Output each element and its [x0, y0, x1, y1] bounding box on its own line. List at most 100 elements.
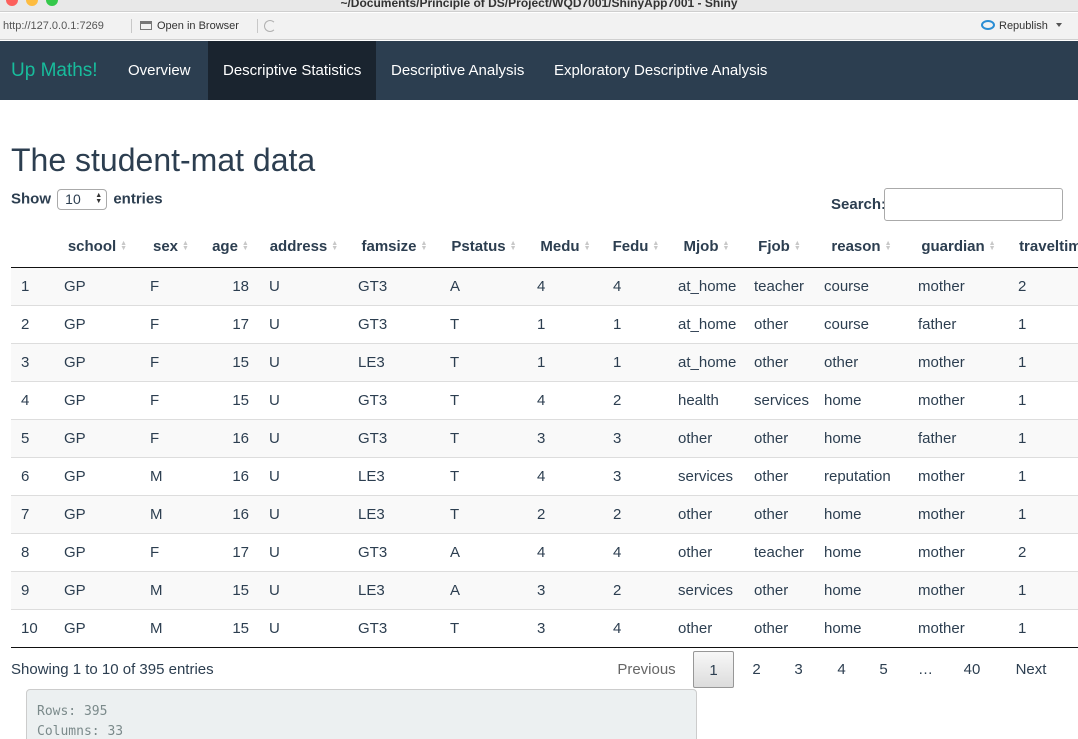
- columns-count-text: Columns: 33: [37, 724, 124, 739]
- column-header-guardian[interactable]: guardian ▲ ▼: [908, 227, 1008, 268]
- column-header-label: guardian: [921, 238, 985, 256]
- column-header-fjob[interactable]: Fjob ▲ ▼: [744, 227, 814, 268]
- sort-arrows-icon: ▲ ▼: [884, 240, 892, 253]
- table-row: 4 GP F 15 U GT3 T 4 2 health services home mother 1: [11, 380, 1078, 419]
- column-header-mjob[interactable]: Mjob ▲ ▼: [668, 227, 744, 268]
- column-header-index[interactable]: [11, 227, 54, 268]
- table-cell-school: GP: [54, 494, 140, 533]
- table-cell-mjob: other: [668, 494, 744, 533]
- column-header-fedu[interactable]: Fedu ▲ ▼: [603, 227, 668, 268]
- entries-per-page-select[interactable]: 10 ▲ ▼: [57, 189, 108, 210]
- table-cell-famsize: LE3: [348, 570, 440, 609]
- sort-arrows-icon: ▲ ▼: [652, 240, 660, 253]
- table-cell-traveltime: 1: [1008, 494, 1078, 533]
- table-cell-fjob: other: [744, 418, 814, 457]
- search-input[interactable]: [884, 188, 1063, 221]
- table-cell-guardian: mother: [908, 380, 1008, 419]
- tab-overview[interactable]: Overview: [113, 41, 206, 100]
- table-cell-mjob: other: [668, 418, 744, 457]
- row-index-cell: 1: [11, 267, 54, 305]
- table-cell-traveltime: 2: [1008, 532, 1078, 571]
- table-cell-age: 17: [201, 304, 259, 343]
- table-cell-address: U: [259, 342, 348, 381]
- window-title: ~/Documents/Principle of DS/Project/WQD7…: [340, 0, 738, 10]
- sort-arrows-icon: ▲ ▼: [988, 240, 996, 253]
- previous-page-button[interactable]: Previous: [604, 651, 689, 688]
- table-row: 9 GP M 15 U LE3 A 3 2 services other home mother 1: [11, 570, 1078, 609]
- page-button-3[interactable]: 3: [780, 651, 817, 688]
- table-cell-age: 17: [201, 532, 259, 571]
- column-header-famsize[interactable]: famsize ▲ ▼: [348, 227, 440, 268]
- table-cell-address: U: [259, 608, 348, 647]
- table-cell-famsize: GT3: [348, 304, 440, 343]
- table-cell-mjob: health: [668, 380, 744, 419]
- row-index-cell: 5: [11, 418, 54, 457]
- table-cell-reason: home: [814, 608, 908, 647]
- table-cell-reason: home: [814, 494, 908, 533]
- republish-label: Republish: [999, 20, 1048, 32]
- column-header-label: Mjob: [683, 238, 719, 256]
- table-cell-address: U: [259, 267, 348, 305]
- table-cell-fjob: teacher: [744, 532, 814, 571]
- table-row: 8 GP F 17 U GT3 A 4 4 other teacher home mother 2: [11, 532, 1078, 571]
- tab-descriptive-statistics[interactable]: Descriptive Statistics: [208, 41, 377, 100]
- table-cell-fedu: 1: [603, 304, 668, 343]
- table-cell-fedu: 2: [603, 570, 668, 609]
- publish-icon: [981, 20, 995, 30]
- table-cell-school: GP: [54, 456, 140, 495]
- browser-window-icon: [140, 21, 152, 30]
- table-row: 1 GP F 18 U GT3 A 4 4 at_home teacher course mother 2: [11, 267, 1078, 305]
- column-header-label: reason: [831, 238, 881, 256]
- sort-arrows-icon: ▲ ▼: [182, 240, 189, 253]
- next-page-button[interactable]: Next: [996, 651, 1066, 688]
- column-header-address[interactable]: address ▲ ▼: [259, 227, 348, 268]
- page-button-40[interactable]: 40: [952, 651, 992, 688]
- table-cell-mjob: other: [668, 532, 744, 571]
- column-header-sex[interactable]: sex ▲ ▼: [140, 227, 201, 268]
- page-button-2[interactable]: 2: [738, 651, 775, 688]
- table-cell-school: GP: [54, 608, 140, 647]
- table-cell-guardian: father: [908, 418, 1008, 457]
- table-cell-traveltime: 1: [1008, 608, 1078, 647]
- table-cell-sex: F: [140, 342, 201, 381]
- pagination-ellipsis: …: [918, 661, 933, 678]
- table-cell-sex: F: [140, 418, 201, 457]
- table-cell-famsize: LE3: [348, 456, 440, 495]
- republish-button[interactable]: Republish: [981, 20, 1062, 32]
- table-cell-guardian: mother: [908, 532, 1008, 571]
- table-cell-mjob: at_home: [668, 304, 744, 343]
- table-cell-fjob: other: [744, 304, 814, 343]
- select-arrows-icon: ▲ ▼: [95, 192, 103, 205]
- search-label: Search:: [831, 196, 887, 213]
- column-header-pstatus[interactable]: Pstatus ▲ ▼: [440, 227, 527, 268]
- tab-exploratory-descriptive-analysis[interactable]: Exploratory Descriptive Analysis: [539, 41, 782, 100]
- column-header-age[interactable]: age ▲ ▼: [201, 227, 259, 268]
- table-cell-pstatus: T: [440, 608, 527, 647]
- row-index-cell: 10: [11, 608, 54, 647]
- open-in-browser-button[interactable]: Open in Browser: [140, 20, 239, 32]
- table-cell-fjob: services: [744, 380, 814, 419]
- chevron-down-icon[interactable]: [1055, 23, 1062, 27]
- table-cell-pstatus: T: [440, 342, 527, 381]
- table-cell-medu: 1: [527, 342, 603, 381]
- page-button-4[interactable]: 4: [823, 651, 860, 688]
- table-cell-pstatus: A: [440, 267, 527, 305]
- sort-arrows-icon: ▲ ▼: [241, 240, 249, 253]
- navbar: Up Maths! Overview Descriptive Statistic…: [0, 41, 1078, 100]
- show-label: Show: [11, 190, 51, 208]
- toolbar-separator: [131, 19, 132, 33]
- table-row: 6 GP M 16 U LE3 T 4 3 services other reputation moth…: [11, 456, 1078, 495]
- table-cell-sex: M: [140, 608, 201, 647]
- table-cell-fjob: other: [744, 456, 814, 495]
- table-bottom-border: [11, 647, 1078, 648]
- page-button-5[interactable]: 5: [865, 651, 902, 688]
- column-header-reason[interactable]: reason ▲ ▼: [814, 227, 908, 268]
- table-cell-medu: 4: [527, 532, 603, 571]
- refresh-icon[interactable]: [264, 20, 276, 32]
- column-header-traveltime[interactable]: traveltime▲▼: [1008, 227, 1078, 268]
- tab-descriptive-analysis[interactable]: Descriptive Analysis: [376, 41, 539, 100]
- page-button-1[interactable]: 1: [693, 651, 734, 688]
- column-header-school[interactable]: school ▲ ▼: [54, 227, 140, 268]
- table-cell-fedu: 4: [603, 608, 668, 647]
- column-header-medu[interactable]: Medu ▲ ▼: [527, 227, 603, 268]
